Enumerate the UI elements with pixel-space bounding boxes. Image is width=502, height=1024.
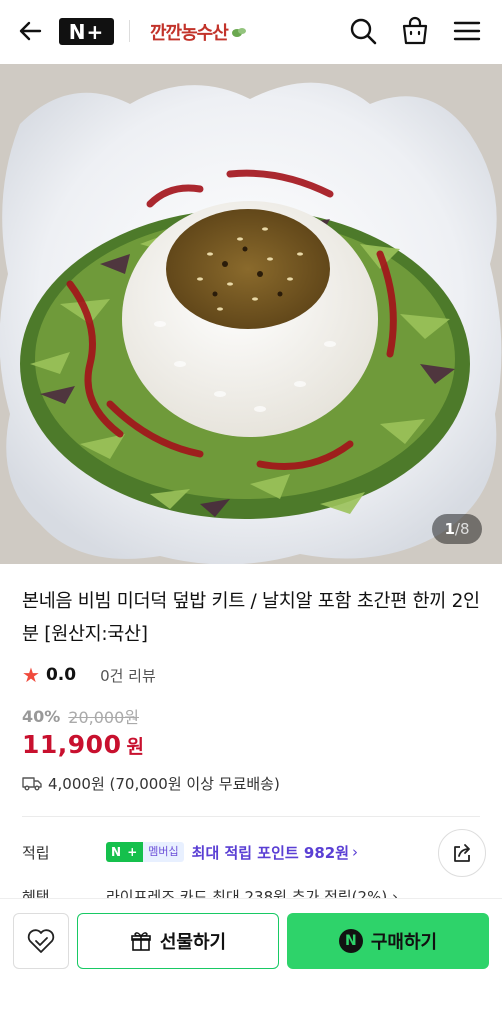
gift-button[interactable]: 선물하기 [77,913,279,969]
buy-button[interactable]: N 구매하기 [287,913,489,969]
points-row[interactable]: 적립 N + 멤버십 최대 적립 포인트 982원 › [22,838,484,866]
share-button[interactable] [438,829,486,877]
pager-current: 1 [444,520,455,538]
original-price: 20,000원 [68,708,140,727]
back-arrow-icon[interactable] [16,16,46,46]
heart-check-icon [27,929,55,953]
naver-plus-badge: N + [106,842,144,862]
gift-button-label: 선물하기 [159,932,227,953]
buy-button-label: 구매하기 [370,932,438,953]
discount-rate: 40% [22,706,61,726]
shipping-row: 4,000원 (70,000원 이상 무료배송) [22,770,280,796]
top-header: N+ 깐깐농수산 [0,0,502,64]
product-image[interactable]: 1/8 [0,64,502,564]
points-label: 적립 [22,843,50,862]
search-icon[interactable] [346,14,380,48]
membership-badge: N + 멤버십 [106,842,184,862]
sale-price: 11,900 [22,730,122,759]
rating-value: 0.0 [45,665,77,685]
naver-plus-logo[interactable]: N+ [59,18,114,45]
max-points-text[interactable]: 최대 적립 포인트 982원 [192,842,349,863]
header-divider [129,20,130,42]
price-unit: 원 [126,736,144,758]
bottom-action-bar: 선물하기 N 구매하기 [0,898,502,1024]
discount-row: 40% 20,000원 [22,704,139,728]
wishlist-button[interactable] [13,913,69,969]
product-title: 본네음 비빔 미더덕 덮밥 키트 / 날치알 포함 초간편 한끼 2인분 [원산… [22,591,480,645]
shopping-bag-icon[interactable] [398,14,432,48]
pager-total: /8 [454,520,470,538]
star-icon: ★ [22,663,40,687]
gift-icon [131,932,151,951]
truck-icon [22,777,42,791]
section-divider [22,816,480,817]
membership-badge-label: 멤버십 [143,842,184,862]
store-brand-name: 깐깐농수산 [150,23,229,44]
shipping-fee: 4,000원 (70,000원 이상 무료배송) [48,774,280,793]
leaf-icon [231,28,246,37]
store-brand-logo[interactable]: 깐깐농수산 [150,14,247,50]
rating-row[interactable]: ★ 0.0 0건 리뷰 [22,662,156,688]
chevron-right-icon: › [352,843,359,861]
image-pager: 1/8 [432,514,482,544]
naver-n-icon: N [338,929,363,953]
share-icon [454,844,470,862]
bibimbap-photo [0,64,502,564]
review-count[interactable]: 0건 리뷰 [100,665,156,686]
price-row: 11,900 원 [22,730,144,764]
hamburger-menu-icon[interactable] [450,14,484,48]
